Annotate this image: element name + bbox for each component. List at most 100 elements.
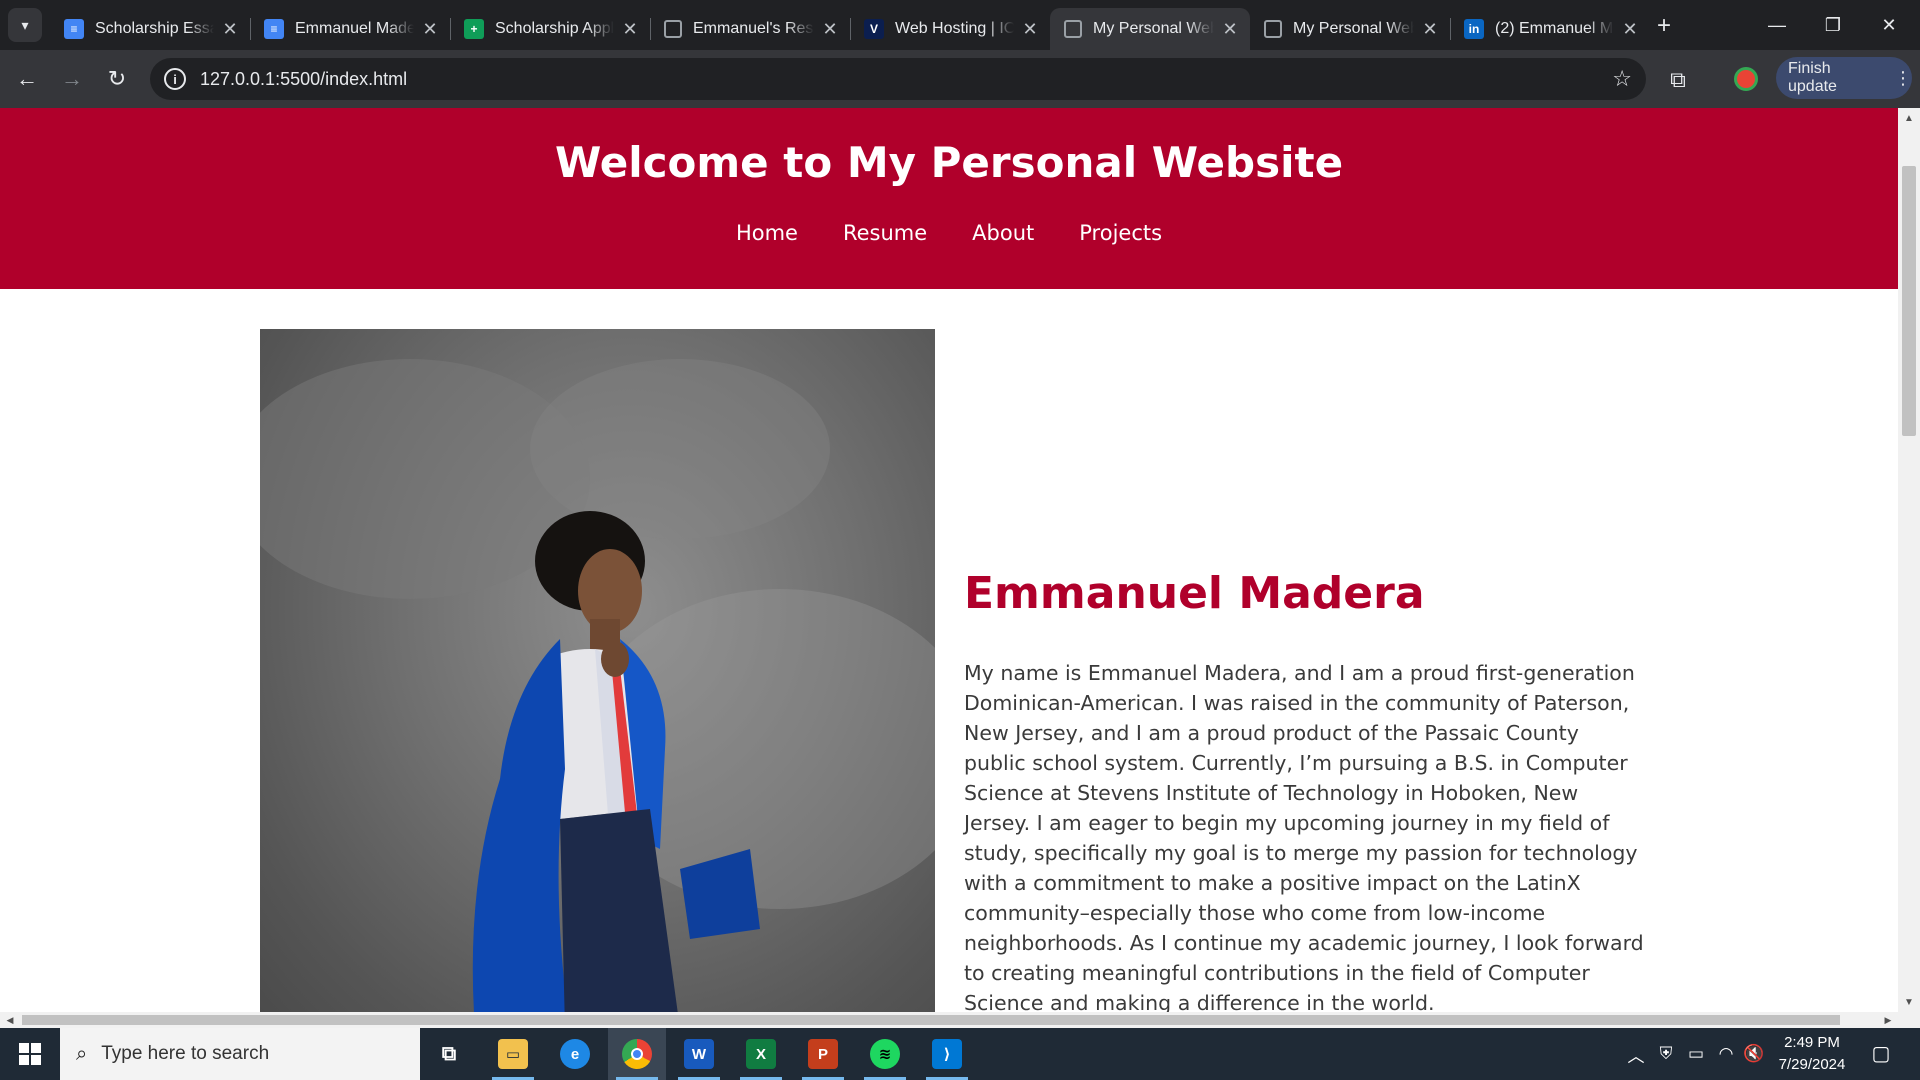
reload-button[interactable]: ↻ bbox=[100, 62, 134, 96]
bio-paragraph: My name is Emmanuel Madera, and I am a p… bbox=[964, 661, 1644, 1012]
minimize-icon: — bbox=[1768, 14, 1786, 35]
edge-button[interactable]: e bbox=[546, 1028, 604, 1080]
word-button[interactable]: W bbox=[670, 1028, 728, 1080]
tab-scholarship-essay[interactable]: ≡ Scholarship Essay ✕ bbox=[50, 8, 250, 50]
chevron-down-icon: ▾ bbox=[21, 16, 29, 33]
scroll-up-arrow-icon[interactable]: ▲ bbox=[1898, 108, 1920, 128]
close-icon: ✕ bbox=[1881, 14, 1897, 35]
vscode-button[interactable]: ⟩ bbox=[918, 1028, 976, 1080]
close-icon[interactable]: ✕ bbox=[220, 19, 240, 40]
scroll-left-arrow-icon[interactable]: ◀ bbox=[0, 1012, 20, 1028]
close-icon[interactable]: ✕ bbox=[420, 19, 440, 40]
linkedin-icon: in bbox=[1464, 19, 1484, 39]
extensions-button[interactable]: ⧉ bbox=[1662, 64, 1694, 96]
start-button[interactable] bbox=[0, 1028, 60, 1080]
minimize-button[interactable]: — bbox=[1750, 8, 1804, 42]
profile-photo bbox=[260, 329, 935, 1012]
forward-arrow-icon: → bbox=[61, 66, 83, 91]
chrome-center-icon bbox=[631, 1048, 643, 1060]
bookmark-star-icon[interactable]: ☆ bbox=[1612, 66, 1632, 92]
tab-my-personal-website[interactable]: My Personal Website ✕ bbox=[1250, 8, 1450, 50]
task-view-button[interactable]: ⧉ bbox=[420, 1028, 478, 1080]
excel-icon: X bbox=[746, 1039, 776, 1069]
close-window-button[interactable]: ✕ bbox=[1862, 8, 1916, 42]
forward-button[interactable]: → bbox=[55, 62, 89, 96]
horizontal-scroll-thumb[interactable] bbox=[22, 1015, 1840, 1025]
site-nav: Home Resume About Projects bbox=[0, 221, 1898, 245]
wifi-icon[interactable]: ◠ bbox=[1712, 1028, 1740, 1080]
close-icon[interactable]: ✕ bbox=[620, 19, 640, 40]
profile-avatar[interactable] bbox=[1734, 67, 1758, 91]
powerpoint-button[interactable]: P bbox=[794, 1028, 852, 1080]
scroll-right-arrow-icon[interactable]: ▶ bbox=[1878, 1012, 1898, 1028]
search-icon: ⌕ bbox=[76, 1042, 88, 1065]
site-header: Welcome to My Personal Website Home Resu… bbox=[0, 108, 1898, 289]
site-title: Welcome to My Personal Website bbox=[554, 138, 1344, 187]
chrome-button[interactable] bbox=[608, 1028, 666, 1080]
more-options-icon: ⋮ bbox=[1894, 67, 1912, 88]
battery-icon[interactable]: ▭ bbox=[1682, 1028, 1710, 1080]
tab-title: (2) Emmanuel Madera bbox=[1495, 20, 1614, 37]
taskbar-search[interactable]: ⌕ Type here to search bbox=[60, 1028, 420, 1080]
portrait-illustration bbox=[260, 359, 935, 1012]
volume-muted-icon[interactable]: 🔇 bbox=[1740, 1028, 1768, 1080]
horizontal-scrollbar[interactable]: ◀ ▶ bbox=[0, 1012, 1898, 1028]
nav-link-resume[interactable]: Resume bbox=[843, 221, 927, 245]
nav-link-projects[interactable]: Projects bbox=[1079, 221, 1162, 245]
word-icon: W bbox=[684, 1039, 714, 1069]
restore-icon: ❐ bbox=[1824, 14, 1842, 35]
close-icon[interactable]: ✕ bbox=[1020, 19, 1040, 40]
spotify-button[interactable]: ≋ bbox=[856, 1028, 914, 1080]
spotify-icon: ≋ bbox=[870, 1039, 900, 1069]
new-tab-button[interactable]: + bbox=[1650, 12, 1678, 40]
file-explorer-icon: ▭ bbox=[498, 1039, 528, 1069]
finish-update-button[interactable]: Finish update ⋮ bbox=[1776, 57, 1912, 99]
notification-icon: ▢ bbox=[1871, 1042, 1891, 1065]
tab-scholarship-application[interactable]: + Scholarship Application ✕ bbox=[450, 8, 650, 50]
vertical-scrollbar[interactable]: ▲ ▼ bbox=[1898, 108, 1920, 1012]
globe-icon bbox=[1264, 20, 1282, 38]
page-viewport: Welcome to My Personal Website Home Resu… bbox=[0, 108, 1898, 1012]
site-info-icon[interactable]: i bbox=[164, 68, 186, 90]
tab-web-hosting[interactable]: V Web Hosting | IONOS ✕ bbox=[850, 8, 1050, 50]
notifications-button[interactable]: ▢ bbox=[1866, 1038, 1896, 1068]
profile-name: Emmanuel Madera bbox=[964, 568, 1425, 619]
puzzle-icon: ⧉ bbox=[1670, 67, 1686, 92]
close-icon[interactable]: ✕ bbox=[1420, 19, 1440, 40]
system-clock[interactable]: 2:49 PM 7/29/2024 bbox=[1766, 1032, 1858, 1076]
clock-date: 7/29/2024 bbox=[1778, 1056, 1846, 1073]
security-tray-icon[interactable]: ⛨ bbox=[1652, 1028, 1680, 1080]
file-explorer-button[interactable]: ▭ bbox=[484, 1028, 542, 1080]
close-icon[interactable]: ✕ bbox=[820, 19, 840, 40]
tab-title: Emmanuel's Resume bbox=[693, 20, 814, 37]
reload-icon: ↻ bbox=[107, 66, 127, 91]
tab-title: Emmanuel Madera bbox=[295, 20, 414, 37]
vertical-scroll-thumb[interactable] bbox=[1902, 166, 1916, 436]
taskbar-search-placeholder: Type here to search bbox=[101, 1043, 270, 1064]
back-button[interactable]: ← bbox=[10, 62, 44, 96]
tab-emmanuels-resume[interactable]: Emmanuel's Resume ✕ bbox=[650, 8, 850, 50]
tab-title: Web Hosting | IONOS bbox=[895, 20, 1014, 37]
nav-link-about[interactable]: About bbox=[972, 221, 1034, 245]
tab-search-button[interactable]: ▾ bbox=[8, 8, 42, 42]
scrollbar-corner bbox=[1898, 1012, 1920, 1028]
docs-icon: ≡ bbox=[64, 19, 84, 39]
globe-icon bbox=[1064, 20, 1082, 38]
tab-title: My Personal Website bbox=[1093, 20, 1214, 37]
url-text[interactable]: 127.0.0.1:5500/index.html bbox=[200, 69, 407, 90]
excel-button[interactable]: X bbox=[732, 1028, 790, 1080]
close-icon[interactable]: ✕ bbox=[1620, 19, 1640, 40]
tab-title: My Personal Website bbox=[1293, 20, 1414, 37]
restore-button[interactable]: ❐ bbox=[1806, 8, 1860, 42]
tab-title: Scholarship Essay bbox=[95, 20, 214, 37]
tab-my-personal-website-active[interactable]: My Personal Website ✕ bbox=[1050, 8, 1250, 50]
scroll-down-arrow-icon[interactable]: ▼ bbox=[1898, 992, 1920, 1012]
show-hidden-icons-button[interactable]: ︿ bbox=[1622, 1028, 1650, 1080]
plus-icon: + bbox=[1656, 12, 1671, 39]
close-icon[interactable]: ✕ bbox=[1220, 19, 1240, 40]
address-bar[interactable]: i 127.0.0.1:5500/index.html ☆ bbox=[150, 58, 1646, 100]
tab-linkedin[interactable]: in (2) Emmanuel Madera ✕ bbox=[1450, 8, 1650, 50]
nav-link-home[interactable]: Home bbox=[736, 221, 798, 245]
tab-emmanuel-madera-doc[interactable]: ≡ Emmanuel Madera ✕ bbox=[250, 8, 450, 50]
clock-time: 2:49 PM bbox=[1784, 1034, 1840, 1051]
